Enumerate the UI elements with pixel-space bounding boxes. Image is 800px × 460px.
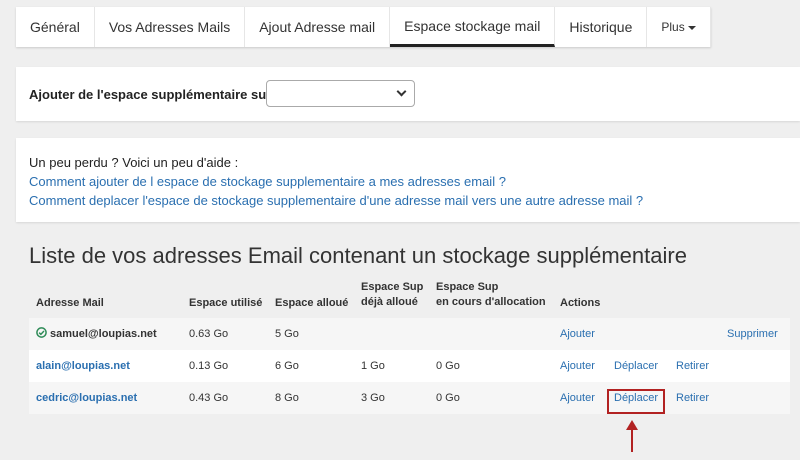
allocated-cell: 6 Go <box>275 360 299 372</box>
page-title: Liste de vos adresses Email contenant un… <box>29 243 687 268</box>
header-allocated: Espace alloué <box>275 297 349 309</box>
table-row: cedric@loupias.net 0.43 Go 8 Go 3 Go 0 G… <box>29 382 790 414</box>
sup-pending-cell: 0 Go <box>436 392 460 404</box>
header-sup-pending: Espace Sup en cours d'allocation <box>436 280 546 310</box>
help-link-move-storage[interactable]: Comment deplacer l'espace de stockage su… <box>29 191 787 210</box>
caret-down-icon <box>687 25 696 30</box>
header-actions: Actions <box>560 297 601 309</box>
header-sup-pending-line1: Espace Sup <box>436 281 499 293</box>
remove-button[interactable]: Retirer <box>676 382 709 414</box>
chevron-down-icon <box>396 86 407 97</box>
email-cell: samuel@loupias.net <box>36 318 157 350</box>
tab-more-label: Plus <box>661 20 685 34</box>
help-link-add-storage[interactable]: Comment ajouter de l espace de stockage … <box>29 172 787 191</box>
tab-email-addresses[interactable]: Vos Adresses Mails <box>95 7 246 47</box>
sup-allocated-cell: 1 Go <box>361 360 385 372</box>
header-sup-allocated-line1: Espace Sup <box>361 281 424 293</box>
tab-add-email[interactable]: Ajout Adresse mail <box>245 7 391 47</box>
email-select[interactable] <box>266 80 415 107</box>
allocated-cell: 8 Go <box>275 392 299 404</box>
email-text: samuel@loupias.net <box>50 328 157 340</box>
tab-bar: Général Vos Adresses Mails Ajout Adresse… <box>16 7 711 47</box>
add-space-label: Ajouter de l'espace supplémentaire sur : <box>29 87 280 102</box>
email-link[interactable]: cedric@loupias.net <box>36 382 137 414</box>
arrow-up-icon <box>626 420 638 452</box>
header-sup-allocated: Espace Sup déjà alloué <box>361 280 423 310</box>
check-circle-icon <box>36 327 47 338</box>
move-button[interactable]: Déplacer <box>614 350 658 382</box>
help-text: Un peu perdu ? Voici un peu d'aide : <box>29 155 239 170</box>
add-button[interactable]: Ajouter <box>560 350 595 382</box>
add-space-panel: Ajouter de l'espace supplémentaire sur : <box>16 67 800 121</box>
header-sup-allocated-line2: déjà alloué <box>361 296 418 308</box>
email-link[interactable]: alain@loupias.net <box>36 350 130 382</box>
sup-allocated-cell: 3 Go <box>361 392 385 404</box>
header-sup-pending-line2: en cours d'allocation <box>436 296 546 308</box>
table-row: alain@loupias.net 0.13 Go 6 Go 1 Go 0 Go… <box>29 350 790 382</box>
tab-history[interactable]: Historique <box>555 7 648 47</box>
tab-more[interactable]: Plus <box>647 7 711 47</box>
add-button[interactable]: Ajouter <box>560 318 595 350</box>
add-button[interactable]: Ajouter <box>560 382 595 414</box>
allocated-cell: 5 Go <box>275 328 299 340</box>
sup-pending-cell: 0 Go <box>436 360 460 372</box>
remove-button[interactable]: Retirer <box>676 350 709 382</box>
header-email: Adresse Mail <box>36 297 104 309</box>
help-panel: Un peu perdu ? Voici un peu d'aide : Com… <box>16 138 800 222</box>
delete-button[interactable]: Supprimer <box>727 318 778 350</box>
used-cell: 0.43 Go <box>189 392 229 404</box>
tab-mail-storage[interactable]: Espace stockage mail <box>390 7 556 47</box>
used-cell: 0.13 Go <box>189 360 229 372</box>
table-row: samuel@loupias.net 0.63 Go 5 Go Ajouter … <box>29 318 790 350</box>
used-cell: 0.63 Go <box>189 328 229 340</box>
tab-general[interactable]: Général <box>16 7 95 47</box>
move-button-highlight <box>607 389 665 414</box>
header-used: Espace utilisé <box>189 297 263 309</box>
